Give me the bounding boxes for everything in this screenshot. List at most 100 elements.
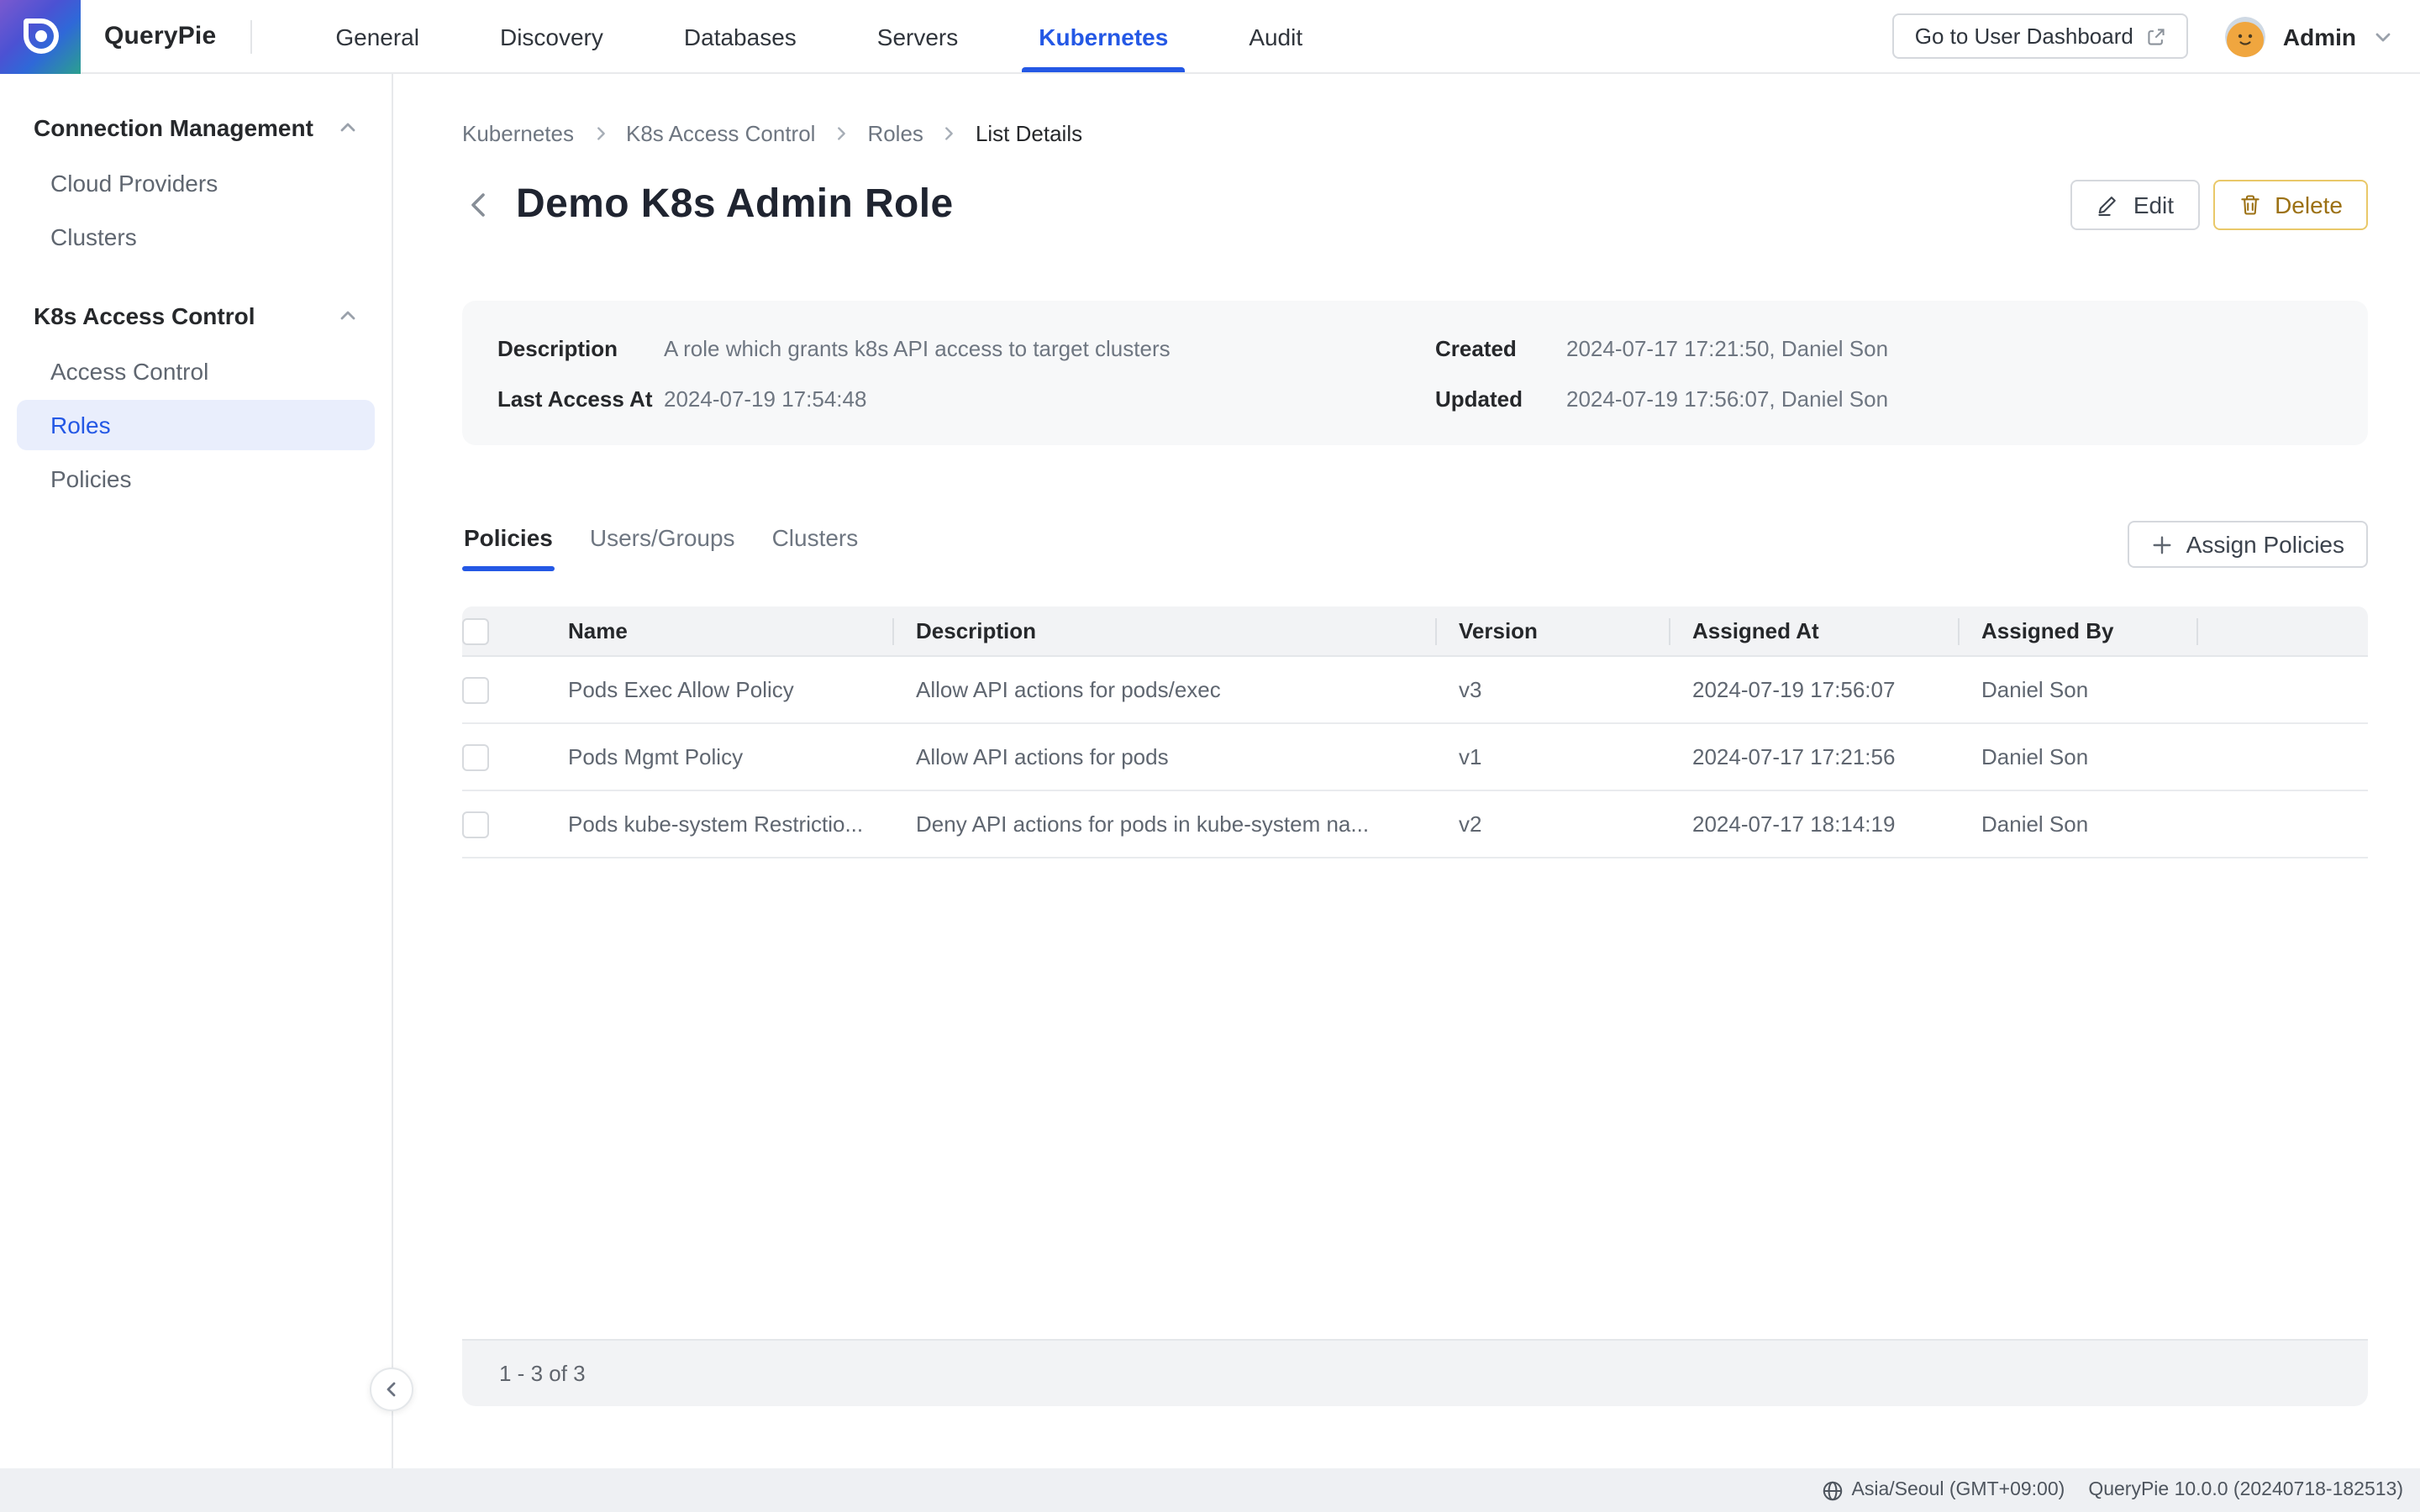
page-title: Demo K8s Admin Role: [516, 181, 954, 228]
nav-item-databases[interactable]: Databases: [644, 0, 837, 72]
sidebar-section-title: Connection Management: [34, 114, 313, 141]
table-row[interactable]: Pods Exec Allow Policy Allow API actions…: [462, 657, 2368, 724]
nav-item-general[interactable]: General: [295, 0, 460, 72]
nav-item-audit[interactable]: Audit: [1208, 0, 1343, 72]
breadcrumb-list-details: List Details: [976, 121, 1082, 146]
description-value: A role which grants k8s API access to ta…: [664, 335, 1171, 360]
trash-icon: [2238, 193, 2261, 217]
column-header-empty: [2196, 606, 2368, 655]
tab-clusters[interactable]: Clusters: [771, 521, 860, 571]
delete-button-label: Delete: [2275, 192, 2343, 218]
cell-version: v1: [1435, 744, 1669, 769]
pencil-icon: [2096, 193, 2120, 217]
select-all-checkbox[interactable]: [462, 617, 489, 644]
breadcrumb-kubernetes[interactable]: Kubernetes: [462, 121, 574, 146]
status-bar: Asia/Seoul (GMT+09:00) QueryPie 10.0.0 (…: [0, 1468, 2420, 1512]
sidebar-item-roles[interactable]: Roles: [17, 400, 375, 450]
brand-name: QueryPie: [104, 22, 216, 50]
sidebar-item-clusters[interactable]: Clusters: [17, 212, 375, 262]
breadcrumb-roles[interactable]: Roles: [867, 121, 923, 146]
nav-item-discovery[interactable]: Discovery: [460, 0, 644, 72]
pagination-range: 1 - 3 of 3: [499, 1361, 586, 1386]
main-nav: General Discovery Databases Servers Kube…: [295, 0, 1343, 72]
back-button[interactable]: [462, 188, 496, 222]
top-navigation: QueryPie General Discovery Databases Ser…: [0, 0, 2420, 74]
sidebar-collapse-button[interactable]: [370, 1368, 413, 1411]
detail-tabs: Policies Users/Groups Clusters: [462, 521, 860, 571]
column-header-assigned-at[interactable]: Assigned At: [1669, 606, 1958, 655]
app-window: QueryPie General Discovery Databases Ser…: [0, 0, 2420, 1512]
delete-button[interactable]: Delete: [2212, 180, 2368, 230]
go-to-user-dashboard-button[interactable]: Go to User Dashboard: [1893, 13, 2189, 59]
querypie-logo[interactable]: [0, 0, 81, 73]
cell-name[interactable]: Pods kube-system Restrictio...: [544, 811, 892, 837]
edit-button-label: Edit: [2133, 192, 2174, 218]
main-content: Kubernetes K8s Access Control Roles List…: [393, 74, 2420, 1468]
sidebar-section-connection-management[interactable]: Connection Management: [0, 101, 392, 155]
cell-assigned-by: Daniel Son: [1958, 744, 2196, 769]
timezone-indicator[interactable]: Asia/Seoul (GMT+09:00): [1822, 1479, 2065, 1501]
chevron-left-icon: [462, 188, 496, 222]
sidebar-section-title: K8s Access Control: [34, 302, 255, 329]
table-footer: 1 - 3 of 3: [462, 1339, 2368, 1406]
nav-item-kubernetes[interactable]: Kubernetes: [998, 0, 1208, 72]
globe-icon: [1822, 1479, 1844, 1501]
cell-assigned-by: Daniel Son: [1958, 811, 2196, 837]
chevron-up-icon[interactable]: [338, 306, 358, 326]
tab-policies[interactable]: Policies: [462, 521, 555, 571]
role-info-panel: Description A role which grants k8s API …: [462, 301, 2368, 445]
table-empty-area: [462, 858, 2368, 1339]
sidebar-section-k8s-access-control[interactable]: K8s Access Control: [0, 289, 392, 343]
cell-assigned-by: Daniel Son: [1958, 677, 2196, 702]
last-access-label: Last Access At: [497, 386, 664, 411]
querypie-logo-icon: [23, 18, 58, 54]
cell-name[interactable]: Pods Exec Allow Policy: [544, 677, 892, 702]
created-label: Created: [1435, 335, 1566, 360]
nav-item-servers[interactable]: Servers: [837, 0, 998, 72]
created-value: 2024-07-17 17:21:50, Daniel Son: [1566, 335, 1888, 360]
chevron-left-icon: [381, 1379, 402, 1399]
external-link-icon: [2147, 26, 2167, 46]
breadcrumb: Kubernetes K8s Access Control Roles List…: [462, 121, 2368, 146]
cell-description: Allow API actions for pods: [892, 744, 1435, 769]
user-name[interactable]: Admin: [2283, 23, 2356, 50]
table-row[interactable]: Pods Mgmt Policy Allow API actions for p…: [462, 724, 2368, 791]
cell-version: v3: [1435, 677, 1669, 702]
edit-button[interactable]: Edit: [2071, 180, 2199, 230]
column-header-name[interactable]: Name: [544, 606, 892, 655]
updated-value: 2024-07-19 17:56:07, Daniel Son: [1566, 386, 1888, 411]
row-checkbox[interactable]: [462, 811, 489, 837]
assign-policies-button[interactable]: Assign Policies: [2128, 521, 2368, 568]
policies-table: Name Description Version Assigned At Ass…: [462, 606, 2368, 1406]
avatar[interactable]: [2226, 16, 2266, 56]
cell-name[interactable]: Pods Mgmt Policy: [544, 744, 892, 769]
cell-assigned-at: 2024-07-17 18:14:19: [1669, 811, 1958, 837]
breadcrumb-k8s-access-control[interactable]: K8s Access Control: [626, 121, 815, 146]
timezone-label: Asia/Seoul (GMT+09:00): [1852, 1480, 2065, 1500]
cell-version: v2: [1435, 811, 1669, 837]
column-header-description[interactable]: Description: [892, 606, 1435, 655]
chevron-right-icon: [940, 124, 959, 143]
description-label: Description: [497, 335, 664, 360]
nav-divider: [250, 19, 251, 53]
column-header-assigned-by[interactable]: Assigned By: [1958, 606, 2196, 655]
sidebar-item-policies[interactable]: Policies: [17, 454, 375, 504]
chevron-right-icon: [832, 124, 850, 143]
last-access-value: 2024-07-19 17:54:48: [664, 386, 866, 411]
go-to-user-dashboard-label: Go to User Dashboard: [1915, 24, 2133, 49]
cell-description: Deny API actions for pods in kube-system…: [892, 811, 1435, 837]
sidebar-item-access-control[interactable]: Access Control: [17, 346, 375, 396]
chevron-down-icon[interactable]: [2373, 26, 2393, 46]
row-checkbox[interactable]: [462, 676, 489, 703]
tab-users-groups[interactable]: Users/Groups: [588, 521, 737, 571]
column-header-version[interactable]: Version: [1435, 606, 1669, 655]
cell-assigned-at: 2024-07-19 17:56:07: [1669, 677, 1958, 702]
table-row[interactable]: Pods kube-system Restrictio... Deny API …: [462, 791, 2368, 858]
assign-policies-label: Assign Policies: [2186, 531, 2344, 558]
row-checkbox[interactable]: [462, 743, 489, 770]
chevron-up-icon[interactable]: [338, 118, 358, 138]
updated-label: Updated: [1435, 386, 1566, 411]
plus-icon: [2151, 533, 2173, 555]
cell-description: Allow API actions for pods/exec: [892, 677, 1435, 702]
sidebar-item-cloud-providers[interactable]: Cloud Providers: [17, 158, 375, 208]
